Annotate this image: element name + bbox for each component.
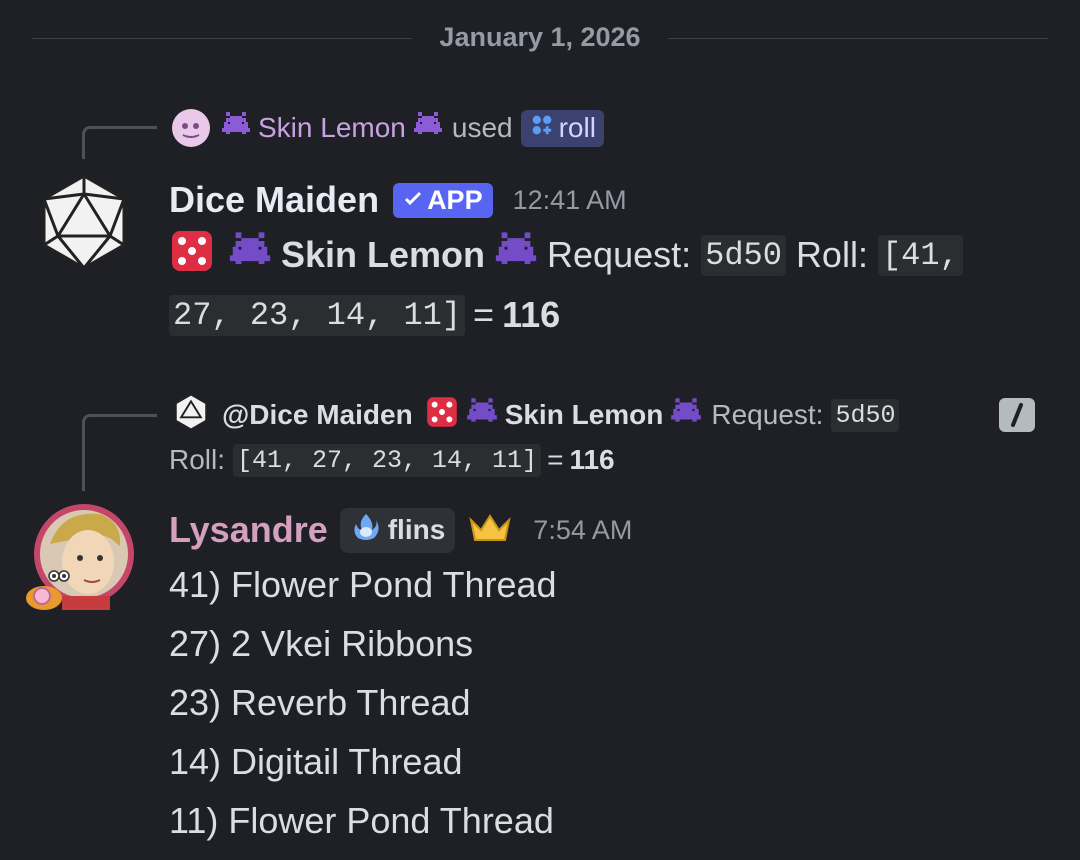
reply-spine — [82, 414, 157, 491]
reply-request-value: 5d50 — [831, 398, 900, 432]
avatar-skin-lemon-small[interactable] — [172, 109, 210, 147]
slash-command-icon — [529, 112, 555, 145]
reply-rolled-username: Skin Lemon — [504, 399, 664, 430]
app-badge-label: APP — [427, 184, 483, 215]
reply-roll-label: Roll: — [169, 444, 226, 475]
slash-command-badge-icon[interactable] — [999, 398, 1035, 432]
rolled-username: Skin Lemon — [281, 234, 486, 275]
avatar-dice-maiden[interactable] — [34, 172, 134, 272]
reply-username[interactable]: Skin Lemon — [258, 112, 406, 144]
purple-invader-icon — [669, 397, 703, 433]
equals-sign: = — [473, 294, 495, 335]
dice-roll-line-2: 27, 23, 14, 11] = 116 — [169, 286, 560, 344]
author-name-lysandre[interactable]: Lysandre — [169, 509, 328, 551]
author-name-dice-maiden[interactable]: Dice Maiden — [169, 179, 379, 221]
list-item: 14) Digitail Thread — [169, 741, 463, 782]
reply-roll-total: 116 — [569, 444, 615, 475]
roll-label: Roll: — [795, 234, 868, 275]
reply-equals-sign: = — [547, 444, 564, 475]
dice-roll-line-1: Skin Lemon Request: 5d50 Roll: [41, — [169, 226, 963, 284]
list-item: 41) Flower Pond Thread — [169, 564, 557, 605]
list-item: 27) 2 Vkei Ribbons — [169, 623, 474, 664]
used-text: used — [451, 112, 513, 143]
server-tag[interactable]: flins — [339, 507, 456, 553]
purple-invader-icon — [220, 111, 252, 145]
request-label: Request: — [547, 234, 692, 275]
reply-mention[interactable]: @Dice Maiden — [222, 399, 413, 431]
reply-preview[interactable]: @Dice Maiden Skin Lemon Request: 5d50 — [172, 392, 900, 438]
dice-icon — [169, 228, 215, 283]
avatar-dice-maiden-small[interactable] — [172, 392, 210, 438]
purple-invader-icon — [465, 397, 499, 433]
date-divider: January 1, 2026 — [439, 22, 641, 52]
list-item: 11) Flower Pond Thread — [169, 800, 554, 841]
app-badge: APP — [393, 182, 493, 218]
dice-icon — [425, 395, 459, 436]
reply-spine — [82, 126, 157, 159]
server-tag-label: flins — [387, 514, 446, 545]
message-header-dice-maiden: Dice Maiden APP 12:41 AM — [169, 175, 627, 225]
blue-flame-icon — [350, 512, 382, 549]
roll-values-part-1: [41, — [877, 234, 963, 276]
timestamp[interactable]: 12:41 AM — [513, 185, 627, 216]
timestamp[interactable]: 7:54 AM — [533, 515, 632, 546]
checkmark-icon — [403, 185, 423, 216]
reply-request-label: Request: — [711, 399, 824, 430]
request-value: 5d50 — [701, 234, 786, 276]
purple-invader-icon — [227, 231, 273, 279]
roll-total: 116 — [502, 294, 561, 335]
reply-roll-values: [41, 27, 23, 14, 11] — [233, 443, 542, 477]
list-item: 23) Reverb Thread — [169, 682, 471, 723]
purple-invader-icon — [493, 231, 539, 279]
message-header-lysandre: Lysandre flins 7:54 AM — [169, 504, 632, 556]
reply-preview[interactable]: Skin Lemon used roll — [172, 108, 604, 148]
command-pill[interactable]: roll — [520, 109, 604, 147]
roll-values-part-2: 27, 23, 14, 11] — [169, 294, 466, 336]
crown-icon — [467, 512, 513, 549]
command-name: roll — [558, 112, 596, 143]
purple-invader-icon — [412, 111, 444, 145]
avatar-lysandre[interactable] — [22, 500, 140, 612]
reply-preview-line-2[interactable]: Roll: [41, 27, 23, 14, 11] = 116 — [169, 440, 615, 480]
